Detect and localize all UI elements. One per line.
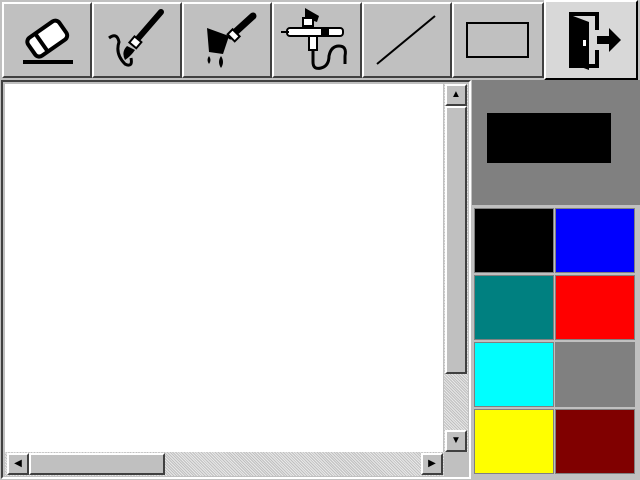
horizontal-scrollbar[interactable]: ◀ ▶ (5, 452, 444, 476)
paint-bucket-icon (207, 12, 257, 68)
scroll-up-button[interactable]: ▲ (445, 84, 467, 106)
vertical-scrollbar[interactable]: ▲ ▼ (444, 84, 468, 452)
scroll-right-button[interactable]: ▶ (421, 453, 443, 475)
eraser-icon (23, 18, 73, 64)
arrow-right-icon: ▶ (428, 458, 436, 469)
airbrush-tool-button[interactable] (272, 2, 362, 78)
fill-tool-button[interactable] (182, 2, 272, 78)
vertical-scroll-thumb[interactable] (445, 106, 467, 374)
color-swatch-teal[interactable] (474, 275, 554, 340)
eraser-tool-button[interactable] (2, 2, 92, 78)
color-swatch-yellow[interactable] (474, 409, 554, 474)
current-color-area (472, 80, 640, 205)
scroll-down-button[interactable]: ▼ (445, 430, 467, 452)
color-swatch-blue[interactable] (555, 208, 635, 273)
horizontal-scroll-thumb[interactable] (29, 453, 165, 475)
exit-door-icon (569, 12, 621, 70)
scroll-left-button[interactable]: ◀ (7, 453, 29, 475)
airbrush-icon (281, 8, 347, 70)
line-icon (376, 15, 436, 65)
color-swatch-cyan[interactable] (474, 342, 554, 407)
scroll-corner (444, 452, 468, 476)
line-tool-button[interactable] (362, 2, 452, 78)
canvas-frame: ▲ ▼ ◀ ▶ (1, 80, 471, 479)
toolbar (0, 0, 640, 80)
arrow-up-icon: ▲ (451, 89, 461, 100)
arrow-left-icon: ◀ (14, 458, 22, 469)
exit-tool-button[interactable] (544, 0, 638, 80)
color-palette-panel (471, 80, 640, 480)
color-swatch-red[interactable] (555, 275, 635, 340)
rectangle-tool-button[interactable] (452, 2, 544, 78)
color-swatch-gray[interactable] (555, 342, 635, 407)
color-swatch-black[interactable] (474, 208, 554, 273)
current-color-swatch (487, 113, 611, 163)
color-swatch-maroon[interactable] (555, 409, 635, 474)
drawing-canvas[interactable] (5, 84, 443, 452)
paintbrush-icon (108, 9, 164, 67)
rectangle-icon (466, 22, 529, 58)
arrow-down-icon: ▼ (451, 435, 461, 446)
brush-tool-button[interactable] (92, 2, 182, 78)
